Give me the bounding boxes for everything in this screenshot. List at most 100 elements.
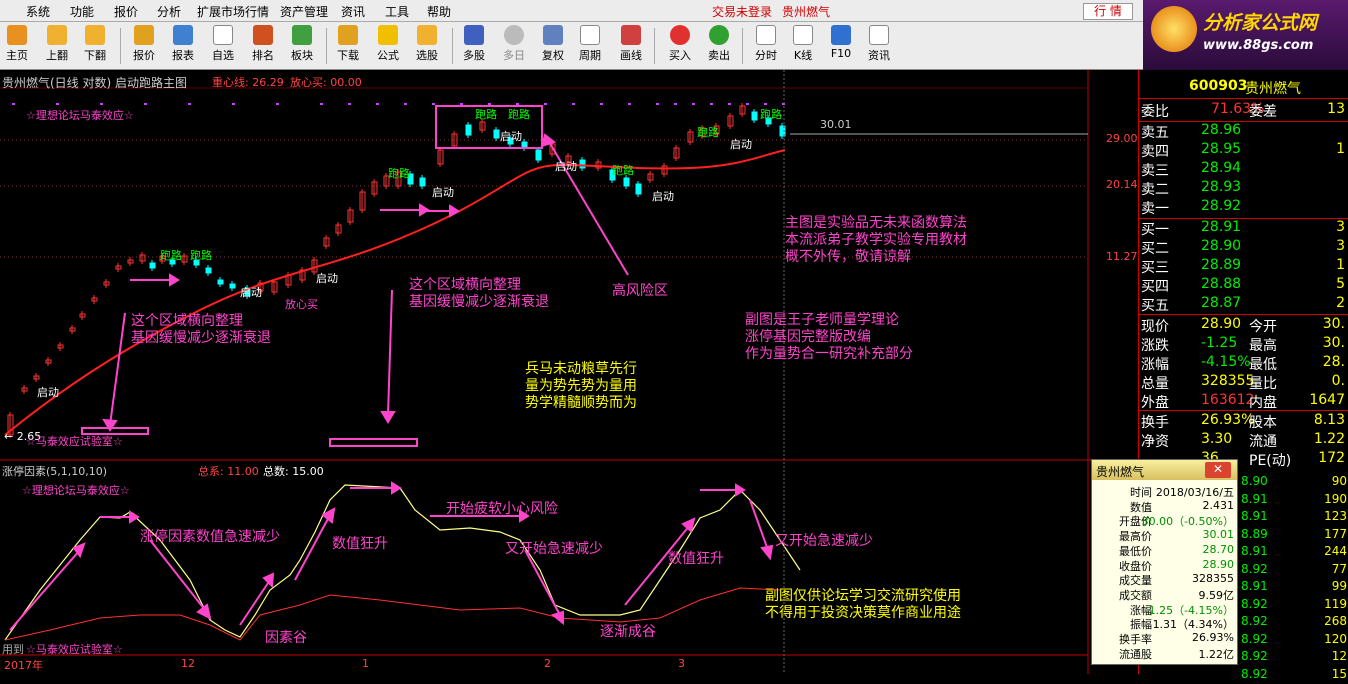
menu-function[interactable]: 功能 — [70, 3, 94, 20]
menu-quote[interactable]: 报价 — [114, 3, 138, 20]
trade-status[interactable]: 交易未登录 — [712, 3, 772, 20]
intraday-button[interactable]: 分时 — [749, 25, 783, 67]
popup-row: 数值 2.431 — [1096, 499, 1236, 514]
popup-row-label: 振幅 — [1130, 618, 1152, 632]
page-down-button[interactable]: 下翻 — [78, 25, 112, 67]
popup-row: 流通股 1.22亿 — [1096, 646, 1236, 661]
report-button[interactable]: 报表 — [166, 25, 200, 67]
multi-day-button[interactable]: 多日 — [497, 25, 531, 67]
bid-row-3-volume: 1 — [1336, 257, 1345, 273]
last-price-label: 30.01 — [820, 118, 852, 131]
intraday-icon — [756, 25, 776, 45]
ask-row-2[interactable]: 卖二 28.93 — [1141, 179, 1347, 198]
stat2-row-0-label1: 换手 — [1141, 415, 1169, 431]
download-icon — [338, 25, 358, 45]
page-up-button[interactable]: 上翻 — [40, 25, 74, 67]
menu-help[interactable]: 帮助 — [427, 3, 451, 20]
ask-row-4[interactable]: 卖四 28.95 1 — [1141, 141, 1347, 160]
run-label-2: 跑路 — [190, 249, 212, 262]
bid-row-4[interactable]: 买四 28.88 5 — [1141, 276, 1347, 295]
ask-row-1[interactable]: 卖一 28.92 — [1141, 198, 1347, 217]
adjust-icon — [543, 25, 563, 45]
ask-row-3-label: 卖三 — [1141, 163, 1169, 179]
menu-assets[interactable]: 资产管理 — [280, 3, 328, 20]
popup-row: 开盘价 30.00（-0.50%） — [1096, 513, 1236, 528]
picker-icon — [417, 25, 437, 45]
top-marker — [572, 103, 575, 105]
sell-button[interactable]: 卖出 — [702, 25, 736, 67]
bid-row-4-label: 买四 — [1141, 279, 1169, 295]
buy-button[interactable]: 买入 — [663, 25, 697, 67]
stat-row-3-value1: 328355 — [1201, 373, 1255, 389]
ask-row-5[interactable]: 卖五 28.96 — [1141, 122, 1347, 141]
tick-price: 8.92 — [1241, 631, 1268, 646]
tick-row: 8.90 90 — [1241, 474, 1348, 491]
bid-row-2[interactable]: 买二 28.90 3 — [1141, 238, 1347, 257]
tick-row: 8.92 15 — [1241, 667, 1348, 684]
xaxis-label-12: 12 — [181, 657, 195, 670]
formula-button[interactable]: 公式 — [371, 25, 405, 67]
quote-button[interactable]: 报价 — [127, 25, 161, 67]
home-icon — [7, 25, 27, 45]
watchlist-button[interactable]: 自选 — [206, 25, 240, 67]
candle — [217, 279, 224, 285]
stat2-row-0: 换手 26.93% 股本 8.13 — [1141, 412, 1347, 431]
candle — [419, 177, 426, 187]
candle — [149, 262, 156, 269]
menu-info[interactable]: 资讯 — [341, 3, 365, 20]
sub-note-line2: 不得用于投资决策莫作商业用途 — [765, 605, 961, 621]
menu-analysis[interactable]: 分析 — [157, 3, 181, 20]
tick-row: 8.89 177 — [1241, 527, 1348, 544]
stat-row-1-value1: -1.25 — [1201, 335, 1238, 351]
flower-logo-icon — [1151, 6, 1197, 52]
stock-picker-button[interactable]: 选股 — [410, 25, 444, 67]
menu-system[interactable]: 系统 — [26, 3, 50, 20]
buy-icon — [670, 25, 690, 45]
top-marker — [276, 103, 279, 105]
quote-tab-button[interactable]: 行 情 — [1083, 3, 1133, 20]
menu-extended-market[interactable]: 扩展市场行情 — [197, 3, 269, 20]
sub-top-left-label: ☆理想论坛马泰效应☆ — [22, 484, 130, 497]
xaxis-label-2017: 2017年 — [4, 659, 43, 672]
start-label-3: 启动 — [432, 186, 454, 199]
news-button[interactable]: 资讯 — [862, 25, 896, 67]
bid-row-1[interactable]: 买一 28.91 3 — [1141, 219, 1347, 238]
sector-button[interactable]: 板块 — [285, 25, 319, 67]
top-marker — [432, 103, 435, 105]
tick-row: 8.92 119 — [1241, 597, 1348, 614]
tick-volume: 123 — [1324, 509, 1347, 523]
multi-stock-button[interactable]: 多股 — [457, 25, 491, 67]
bid-row-3[interactable]: 买三 28.89 1 — [1141, 257, 1347, 276]
logo-url: www.88gs.com — [1203, 38, 1314, 53]
adjust-button[interactable]: 复权 — [536, 25, 570, 67]
tick-price: 8.91 — [1241, 509, 1268, 523]
stock-name: 贵州燃气 — [1245, 81, 1301, 97]
ranking-button[interactable]: 排名 — [246, 25, 280, 67]
period-button[interactable]: 周期 — [573, 25, 607, 67]
draw-line-button[interactable]: 画线 — [614, 25, 648, 67]
tick-price: 8.91 — [1241, 579, 1268, 593]
download-button[interactable]: 下载 — [331, 25, 365, 67]
zone-marker-2 — [329, 438, 418, 447]
ask-row-3[interactable]: 卖三 28.94 — [1141, 160, 1347, 179]
data-window-popup[interactable]: 贵州燃气 ✕ 时间 2018/03/16/五 数值 2.431 开盘价 30.00（-0.… — [1091, 459, 1238, 665]
menu-tools[interactable]: 工具 — [385, 3, 409, 20]
candle — [535, 149, 542, 161]
bid-row-5[interactable]: 买五 28.87 2 — [1141, 295, 1347, 314]
home-button[interactable]: 主页 — [0, 25, 34, 67]
tick-row: 8.92 268 — [1241, 614, 1348, 631]
f6-icon — [213, 25, 233, 45]
f8-icon — [580, 25, 600, 45]
tick-price: 8.92 — [1241, 614, 1268, 628]
popup-row-label: 最低价 — [1119, 544, 1152, 558]
f10-button[interactable]: F10 — [824, 25, 858, 67]
top-marker — [320, 103, 323, 105]
price-tick-1: 29.00 — [1106, 132, 1138, 145]
yen-icon — [134, 25, 154, 45]
stat-row-2-value1: -4.15% — [1201, 354, 1251, 370]
stat2-row-0-value1: 26.93% — [1201, 412, 1255, 428]
kline-button[interactable]: K线 — [786, 25, 820, 67]
candle — [751, 111, 758, 121]
run-label-8: 跑路 — [760, 108, 782, 121]
popup-close-button[interactable]: ✕ — [1205, 462, 1231, 478]
